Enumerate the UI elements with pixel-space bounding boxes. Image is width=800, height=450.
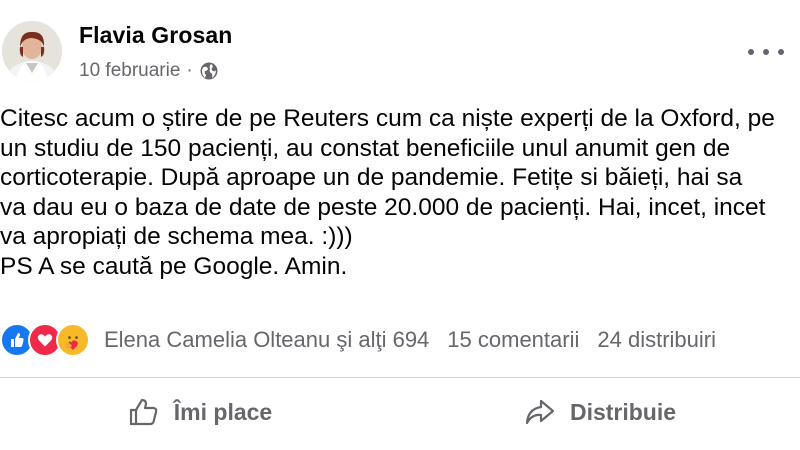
post-text-line: un studiu de 150 pacienți, au constat be…: [0, 134, 731, 162]
comments-count[interactable]: 15 comentarii: [447, 327, 579, 353]
globe-icon[interactable]: [199, 61, 219, 81]
reaction-icons[interactable]: [0, 323, 90, 357]
post-text-line: corticoterapie. După aproape un de pande…: [0, 164, 743, 191]
meta-separator: ·: [186, 60, 193, 81]
reactors-summary[interactable]: Elena Camelia Olteanu şi alţi 694: [104, 327, 429, 353]
post-actions: Îmi place Distribuie: [0, 378, 800, 446]
share-arrow-icon: [525, 399, 555, 425]
like-button[interactable]: Îmi place: [0, 378, 400, 446]
post-date[interactable]: 10 februarie: [79, 60, 180, 82]
thumbs-up-icon: [129, 398, 158, 426]
avatar-photo: [2, 21, 62, 81]
care-reaction-icon: [56, 323, 90, 357]
post-text-line: va apropiați de schema mea. :))): [0, 223, 353, 250]
post-text-line: PS A se caută pe Google. Amin.: [0, 252, 348, 280]
dot-icon: [763, 49, 769, 55]
post-text-line: va dau eu o baza de date de peste 20.000…: [0, 193, 766, 221]
shares-count[interactable]: 24 distribuiri: [597, 327, 716, 353]
post-meta: 10 februarie ·: [79, 60, 219, 82]
reactions-bar: Elena Camelia Olteanu şi alţi 694 15 com…: [0, 322, 800, 358]
share-button-label: Distribuie: [569, 398, 677, 425]
more-options-button[interactable]: [748, 42, 784, 62]
avatar[interactable]: [2, 21, 62, 81]
facebook-post: Flavia Grosan 10 februarie · Citesc acum…: [0, 0, 800, 450]
share-button[interactable]: Distribuie: [400, 378, 800, 446]
post-author[interactable]: Flavia Grosan: [79, 22, 232, 49]
dot-icon: [778, 49, 784, 55]
like-button-label: Îmi place: [173, 398, 273, 425]
post-text-line: Citesc acum o știre de pe Reuters cum ca…: [0, 105, 775, 132]
dot-icon: [748, 49, 754, 55]
post-text: Citesc acum o știre de pe Reuters cum ca…: [0, 104, 800, 281]
